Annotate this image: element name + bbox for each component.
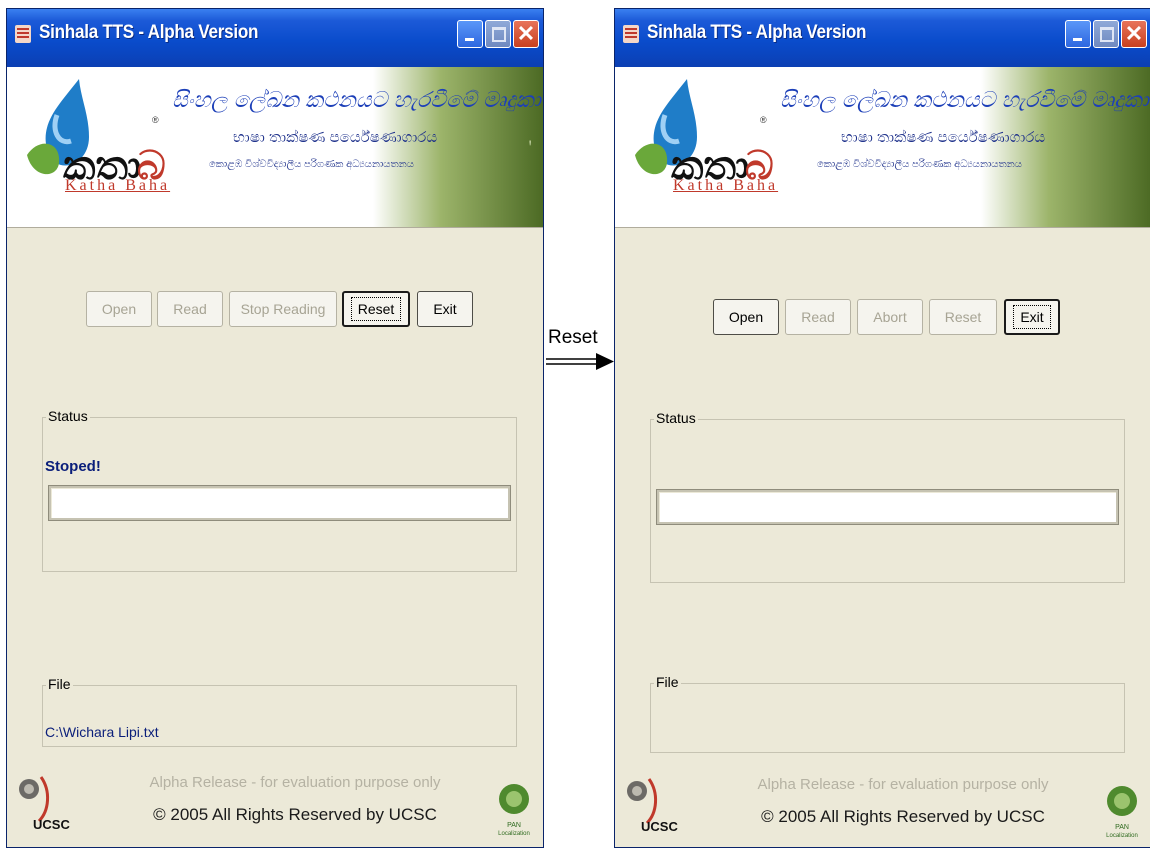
banner-institution: කොළඹ විශ්වවිද්‍යාලීය පරිගණක අධ්‍යයනායතනය <box>817 159 1022 170</box>
stop-reading-button[interactable]: Stop Reading <box>229 291 337 327</box>
minimize-button[interactable] <box>457 20 483 48</box>
pan-localization-icon: PAN Localization <box>1106 786 1138 839</box>
close-button[interactable]: ✕ <box>513 20 539 48</box>
maximize-button[interactable] <box>1093 20 1119 48</box>
file-group: File C:\Wichara Lipi.txt <box>42 676 517 747</box>
minimize-button[interactable] <box>1065 20 1091 48</box>
reset-button[interactable]: Reset <box>929 299 997 335</box>
abort-button[interactable]: Abort <box>857 299 923 335</box>
read-button[interactable]: Read <box>785 299 851 335</box>
close-icon: ✕ <box>516 21 536 46</box>
read-button[interactable]: Read <box>157 291 223 327</box>
progress-bar <box>657 490 1118 524</box>
banner-title: සිංහල ලේඛන කථනයට හැරවීමේ මෘදුකාංගය <box>172 87 543 112</box>
maximize-icon <box>1094 21 1118 47</box>
window-title: Sinhala TTS - Alpha Version <box>39 22 259 43</box>
footer-note: Alpha Release - for evaluation purpose o… <box>149 774 441 791</box>
banner-subtitle: භාෂා තාක්ෂණ පර්යේෂණාගාරය <box>841 129 1046 146</box>
status-group-label: Status <box>46 408 90 424</box>
app-icon <box>15 25 31 43</box>
close-icon: ✕ <box>1124 21 1144 46</box>
svg-text:PAN: PAN <box>507 822 521 829</box>
logo-caption: Katha Baha <box>65 177 171 194</box>
close-button[interactable]: ✕ <box>1121 20 1147 48</box>
file-path: C:\Wichara Lipi.txt <box>45 724 159 740</box>
footer-note: Alpha Release - for evaluation purpose o… <box>757 776 1049 793</box>
maximize-icon <box>486 21 510 47</box>
status-group-label: Status <box>654 410 698 426</box>
exit-button[interactable]: Exit <box>417 291 473 327</box>
transition-label: Reset <box>548 327 598 348</box>
minimize-icon <box>1066 21 1090 47</box>
progress-bar <box>49 486 510 520</box>
file-group-label: File <box>654 674 681 690</box>
window-title: Sinhala TTS - Alpha Version <box>647 22 867 43</box>
banner-subtitle: භාෂා තාක්ෂණ පර්යේෂණාගාරය <box>233 129 438 146</box>
double-arrow-icon <box>546 353 614 370</box>
status-group: Status Stoped! <box>42 408 517 572</box>
title-bar[interactable]: Sinhala TTS - Alpha Version ✕ <box>615 9 1150 67</box>
app-window-after: Sinhala TTS - Alpha Version ✕ කතා බ ® Ka… <box>614 8 1150 848</box>
app-icon <box>623 25 639 43</box>
open-button[interactable]: Open <box>713 299 779 335</box>
exit-button[interactable]: Exit <box>1004 299 1060 335</box>
status-message: Stoped! <box>45 458 101 475</box>
banner-institution: කොළඹ විශ්වවිද්‍යාලීය පරිගණක අධ්‍යයනායතනය <box>209 159 414 170</box>
copyright: © 2005 All Rights Reserved by UCSC <box>153 805 437 824</box>
file-group: File <box>650 674 1125 753</box>
copyright: © 2005 All Rights Reserved by UCSC <box>761 807 1045 826</box>
banner-title: සිංහල ලේඛන කථනයට හැරවීමේ මෘදුකාංගය <box>780 87 1150 112</box>
svg-text:Localization: Localization <box>498 831 530 837</box>
svg-text:Localization: Localization <box>1106 833 1138 839</box>
title-bar[interactable]: Sinhala TTS - Alpha Version ✕ <box>7 9 543 67</box>
open-button[interactable]: Open <box>86 291 152 327</box>
pan-localization-icon: PAN Localization <box>498 784 530 837</box>
maximize-button[interactable] <box>485 20 511 48</box>
minimize-icon <box>458 21 482 47</box>
banner: කතා බ ® Katha Baha සිංහල ලේඛන කථනයට හැරව… <box>615 67 1150 228</box>
app-window-before: Sinhala TTS - Alpha Version ✕ ꞌ කතා බ ® … <box>6 8 544 848</box>
status-group: Status <box>650 410 1125 583</box>
reset-button[interactable]: Reset <box>342 291 410 327</box>
file-group-label: File <box>46 676 73 692</box>
logo-caption: Katha Baha <box>673 177 779 194</box>
banner: ꞌ කතා බ ® Katha Baha සිංහල ලේඛන කථනයට හැ… <box>7 67 543 228</box>
svg-text:PAN: PAN <box>1115 824 1129 831</box>
